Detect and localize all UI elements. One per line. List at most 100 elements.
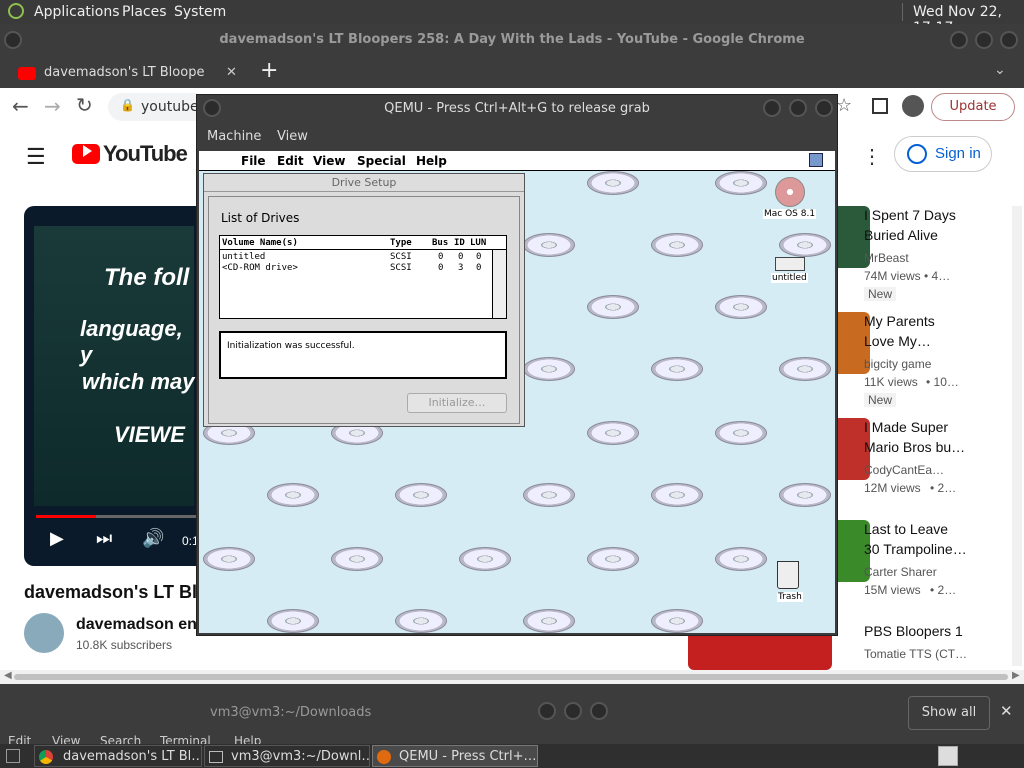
mac-menu-help[interactable]: Help [416, 154, 447, 168]
taskbar-item-terminal[interactable]: vm3@vm3:~/Downl… [204, 745, 370, 767]
workspace-switcher-icon[interactable] [938, 746, 958, 766]
menu-machine[interactable]: Machine [207, 129, 261, 144]
tab-youtube[interactable]: davemadson's LT Bloopers 258 ✕ [8, 58, 246, 88]
back-icon[interactable]: ← [12, 94, 29, 118]
table-row[interactable]: untitled SCSI 0 0 0 [220, 252, 490, 263]
channel-avatar[interactable] [24, 613, 64, 653]
maximize-button[interactable] [564, 702, 582, 720]
taskbar-item-chrome[interactable]: davemadson's LT Bl… [34, 745, 202, 767]
scroll-left-icon[interactable]: ◀ [4, 670, 12, 681]
minimize-button[interactable] [538, 702, 556, 720]
mac-menu-file[interactable]: File [241, 154, 266, 168]
col-lun[interactable]: LUN [470, 238, 486, 248]
terminal-title: vm3@vm3:~/Downloads [210, 705, 372, 720]
scroll-thumb[interactable] [14, 674, 1008, 680]
mac-menu-special[interactable]: Special [357, 154, 406, 168]
minimize-button[interactable] [950, 31, 968, 49]
chrome-tabstrip: davemadson's LT Bloopers 258 ✕ + ⌄ [0, 56, 1024, 88]
close-button[interactable] [815, 99, 833, 117]
list-scrollbar[interactable] [492, 250, 506, 318]
system-menu[interactable]: System [174, 4, 226, 20]
desktop-pattern-disc [715, 171, 767, 195]
tab-close-icon[interactable]: ✕ [226, 58, 237, 88]
desktop-pattern-disc [779, 357, 831, 381]
window-menu-icon[interactable] [4, 31, 22, 49]
desktop-pattern-disc [395, 483, 447, 507]
tab-search-icon[interactable]: ⌄ [994, 62, 1006, 78]
video-overlay-line: The foll [104, 264, 190, 291]
channel-name[interactable]: davemadson ent [76, 616, 202, 634]
rec-title[interactable]: Mario Bros bu… [864, 439, 965, 455]
bookmark-star-icon[interactable]: ☆ [836, 95, 852, 116]
sidepanel-icon[interactable] [872, 98, 888, 114]
show-desktop-icon[interactable] [6, 749, 20, 763]
new-tab-icon[interactable]: + [260, 58, 278, 83]
tab-title: davemadson's LT Bloopers 258 [44, 65, 204, 80]
video-player[interactable]: The foll language, y which may VIEWE ▶ ⏭… [24, 206, 196, 566]
sign-in-button[interactable]: Sign in [894, 136, 992, 172]
rec-title[interactable]: PBS Bloopers 1 [864, 623, 963, 639]
col-volume-name[interactable]: Volume Name(s) [222, 238, 298, 248]
youtube-logo-text: YouTube [103, 141, 188, 166]
rec-title[interactable]: My Parents [864, 313, 935, 329]
rec-title[interactable]: Buried Alive [864, 227, 938, 243]
cd-disc-icon[interactable] [775, 177, 805, 207]
rec-title[interactable]: I Spent 7 Days [864, 207, 956, 223]
desktop-pattern-disc [651, 609, 703, 633]
close-button[interactable] [590, 702, 608, 720]
mac-menu-edit[interactable]: Edit [277, 154, 304, 168]
hard-drive-icon[interactable] [775, 257, 805, 271]
row-id: 3 [458, 263, 464, 273]
rec-title[interactable]: 30 Trampoline… [864, 541, 967, 557]
rec-age: • 2… [930, 481, 957, 495]
applications-menu[interactable]: Applications [34, 4, 120, 20]
finder-app-icon[interactable] [809, 153, 823, 167]
drive-setup-titlebar[interactable]: Drive Setup [204, 174, 524, 192]
table-row[interactable]: <CD-ROM drive> SCSI 0 3 0 [220, 263, 490, 274]
col-id[interactable]: ID [454, 238, 465, 248]
more-options-icon[interactable]: ⋮ [862, 144, 882, 169]
qemu-window[interactable]: QEMU - Press Ctrl+Alt+G to release grab … [196, 94, 838, 636]
play-icon[interactable]: ▶ [50, 528, 64, 549]
horizontal-scrollbar[interactable]: ◀ ▶ [0, 670, 1024, 684]
window-menu-icon[interactable] [203, 99, 221, 117]
mac-desktop[interactable]: File Edit View Special Help Mac OS 8.1 u… [199, 151, 835, 633]
chrome-titlebar[interactable]: davemadson's LT Bloopers 258: A Day With… [0, 24, 1024, 56]
mac-menu-view[interactable]: View [313, 154, 345, 168]
close-button[interactable] [1000, 31, 1018, 49]
initialize-button[interactable]: Initialize… [407, 393, 507, 413]
profile-avatar-icon[interactable] [902, 95, 924, 117]
desktop-pattern-disc [715, 547, 767, 571]
menu-view[interactable]: View [277, 129, 308, 144]
maximize-button[interactable] [789, 99, 807, 117]
next-icon[interactable]: ⏭ [96, 528, 112, 549]
qemu-titlebar[interactable]: QEMU - Press Ctrl+Alt+G to release grab [197, 95, 837, 123]
page-scrollbar[interactable] [1012, 206, 1022, 666]
show-all-button[interactable]: Show all [908, 696, 990, 730]
address-bar[interactable]: 🔒 youtube. [108, 93, 208, 121]
trash-icon[interactable] [777, 561, 799, 589]
rec-title[interactable]: Last to Leave [864, 521, 948, 537]
maximize-button[interactable] [975, 31, 993, 49]
scroll-right-icon[interactable]: ▶ [1012, 670, 1020, 681]
col-bus[interactable]: Bus [432, 238, 448, 248]
taskbar-item-qemu[interactable]: QEMU - Press Ctrl+… [372, 745, 538, 767]
forward-icon[interactable]: → [44, 94, 61, 118]
volume-icon[interactable]: 🔊 [142, 528, 164, 549]
places-menu[interactable]: Places [122, 4, 167, 20]
hamburger-menu-icon[interactable]: ☰ [26, 144, 46, 170]
reload-icon[interactable]: ↻ [76, 93, 93, 117]
distro-logo-icon[interactable] [8, 3, 24, 19]
rec-title[interactable]: I Made Super [864, 419, 948, 435]
close-downloads-icon[interactable]: ✕ [1000, 702, 1013, 720]
video-overlay-line: language, y [80, 316, 183, 367]
drives-list[interactable]: Volume Name(s) Type Bus ID LUN untitled … [219, 235, 507, 319]
desktop-pattern-disc [523, 233, 575, 257]
progress-bar[interactable] [36, 515, 196, 518]
drive-setup-window[interactable]: Drive Setup List of Drives Volume Name(s… [203, 173, 525, 427]
minimize-button[interactable] [763, 99, 781, 117]
update-button[interactable]: Update [931, 93, 1015, 121]
terminal-window[interactable]: vm3@vm3:~/Downloads Edit View Search Ter… [0, 694, 614, 748]
rec-title[interactable]: Love My… [864, 333, 931, 349]
col-type[interactable]: Type [390, 238, 412, 248]
